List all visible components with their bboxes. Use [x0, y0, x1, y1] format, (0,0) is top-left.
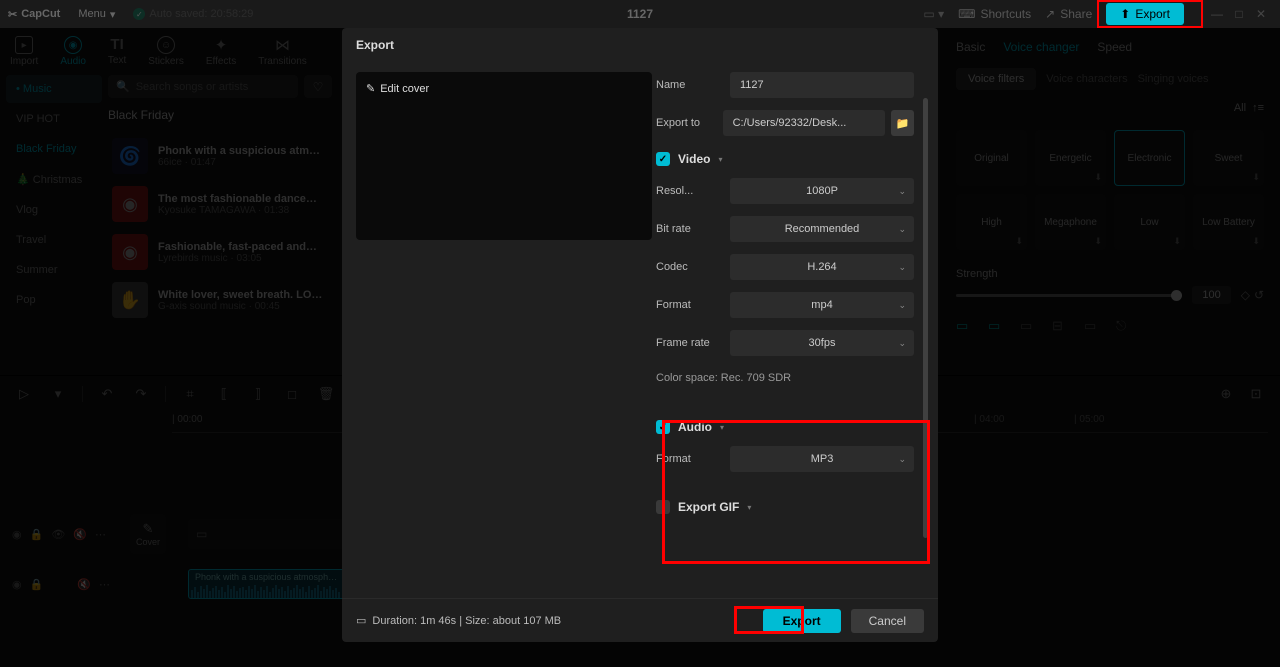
chevron-down-icon: ⌄	[898, 300, 906, 311]
format-select[interactable]: mp4⌄	[730, 292, 914, 318]
project-title: 1127	[627, 7, 653, 21]
export-to-input[interactable]	[723, 110, 885, 136]
resolution-select[interactable]: 1080P⌄	[730, 178, 914, 204]
chevron-down-icon: ⌄	[898, 224, 906, 235]
caret-icon[interactable]: ▾	[747, 503, 751, 512]
maximize-icon[interactable]: □	[1228, 3, 1250, 25]
framerate-select[interactable]: 30fps⌄	[730, 330, 914, 356]
video-checkbox[interactable]: ✓	[656, 152, 670, 166]
chevron-down-icon: ⌄	[898, 454, 906, 465]
chevron-down-icon: ⌄	[898, 338, 906, 349]
export-button-top[interactable]: ⬆ Export	[1106, 3, 1184, 25]
format-label: Format	[656, 299, 730, 311]
resolution-label: Resol...	[656, 185, 730, 197]
close-icon[interactable]: ✕	[1250, 3, 1272, 25]
codec-select[interactable]: H.264⌄	[730, 254, 914, 280]
edit-cover-button[interactable]: ✎ Edit cover	[366, 82, 429, 95]
colorspace-info: Color space: Rec. 709 SDR	[656, 372, 914, 384]
chevron-down-icon: ⌄	[898, 262, 906, 273]
gif-section-label: Export GIF	[678, 500, 739, 514]
export-to-label: Export to	[656, 117, 723, 129]
audio-format-label: Format	[656, 453, 730, 465]
check-icon: ✓	[133, 8, 145, 20]
share-button[interactable]: ↗ Share	[1045, 7, 1092, 21]
topbar: ✂ CapCut Menu ▾ ✓Auto saved: 20:58:29 11…	[0, 0, 1280, 28]
shortcuts-button[interactable]: ⌨ Shortcuts	[958, 7, 1031, 21]
bitrate-label: Bit rate	[656, 223, 730, 235]
video-section-label: Video	[678, 152, 710, 166]
ratio-icon[interactable]: ▭ ▾	[923, 7, 944, 21]
name-input[interactable]	[730, 72, 914, 98]
audio-section-label: Audio	[678, 420, 712, 434]
audio-format-select[interactable]: MP3⌄	[730, 446, 914, 472]
export-button[interactable]: Export	[763, 609, 841, 633]
modal-overlay: Export ✎ Edit cover Name Export to 📁	[0, 28, 1280, 667]
preview-box: ✎ Edit cover	[356, 72, 652, 240]
name-label: Name	[656, 79, 730, 91]
cancel-button[interactable]: Cancel	[851, 609, 924, 633]
caret-icon[interactable]: ▾	[720, 423, 724, 432]
duration-info: ▭ Duration: 1m 46s | Size: about 107 MB	[356, 614, 561, 627]
minimize-icon[interactable]: —	[1206, 3, 1228, 25]
chevron-down-icon: ⌄	[898, 186, 906, 197]
export-modal: Export ✎ Edit cover Name Export to 📁	[342, 28, 938, 642]
caret-icon[interactable]: ▾	[718, 155, 722, 164]
bitrate-select[interactable]: Recommended⌄	[730, 216, 914, 242]
browse-button[interactable]: 📁	[891, 110, 914, 136]
codec-label: Codec	[656, 261, 730, 273]
menu-button[interactable]: Menu ▾	[68, 5, 125, 24]
scrollbar[interactable]	[923, 98, 928, 538]
autosaved-status: ✓Auto saved: 20:58:29	[133, 8, 253, 20]
framerate-label: Frame rate	[656, 337, 730, 349]
modal-title: Export	[342, 28, 938, 62]
gif-checkbox[interactable]	[656, 500, 670, 514]
app-logo: ✂ CapCut	[8, 8, 60, 21]
audio-checkbox[interactable]: ✓	[656, 420, 670, 434]
